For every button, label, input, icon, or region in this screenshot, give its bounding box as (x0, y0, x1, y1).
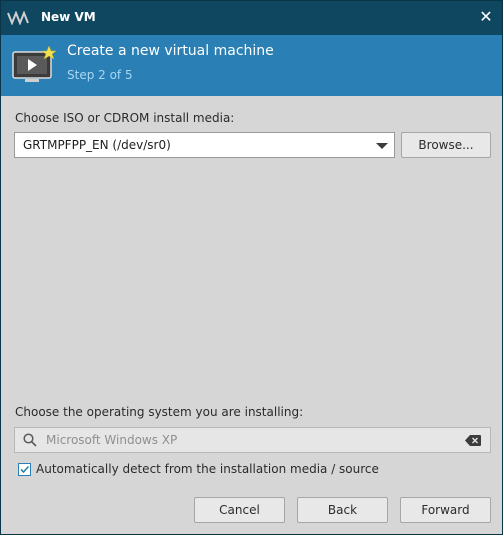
os-label: Choose the operating system you are inst… (15, 405, 304, 419)
clear-icon[interactable] (465, 435, 481, 446)
window-title: New VM (41, 10, 96, 24)
search-icon (23, 433, 37, 447)
chevron-down-icon[interactable] (376, 143, 388, 149)
os-search-placeholder: Microsoft Windows XP (46, 433, 178, 447)
virt-manager-icon (7, 11, 29, 25)
wizard-step: Step 2 of 5 (67, 68, 133, 82)
install-media-label: Choose ISO or CDROM install media: (15, 111, 235, 125)
install-media-value: GRTMPFPP_EN (/dev/sr0) (23, 138, 171, 152)
cancel-button[interactable]: Cancel (194, 497, 285, 523)
browse-button[interactable]: Browse... (401, 132, 491, 158)
vm-screen-icon (12, 45, 57, 82)
back-button[interactable]: Back (297, 497, 388, 523)
auto-detect-label[interactable]: Automatically detect from the installati… (36, 462, 379, 476)
checkmark-icon (20, 465, 30, 474)
new-vm-window: New VM ✕ Create a new virtual machine St… (0, 0, 503, 535)
titlebar[interactable]: New VM ✕ (1, 1, 502, 35)
forward-button[interactable]: Forward (400, 497, 491, 523)
wizard-title: Create a new virtual machine (67, 43, 274, 59)
install-media-combo[interactable]: GRTMPFPP_EN (/dev/sr0) (14, 132, 395, 158)
close-icon[interactable]: ✕ (478, 9, 494, 25)
os-search-field[interactable]: Microsoft Windows XP (14, 427, 491, 453)
wizard-header: Create a new virtual machine Step 2 of 5 (1, 35, 502, 96)
auto-detect-checkbox[interactable] (18, 463, 31, 476)
